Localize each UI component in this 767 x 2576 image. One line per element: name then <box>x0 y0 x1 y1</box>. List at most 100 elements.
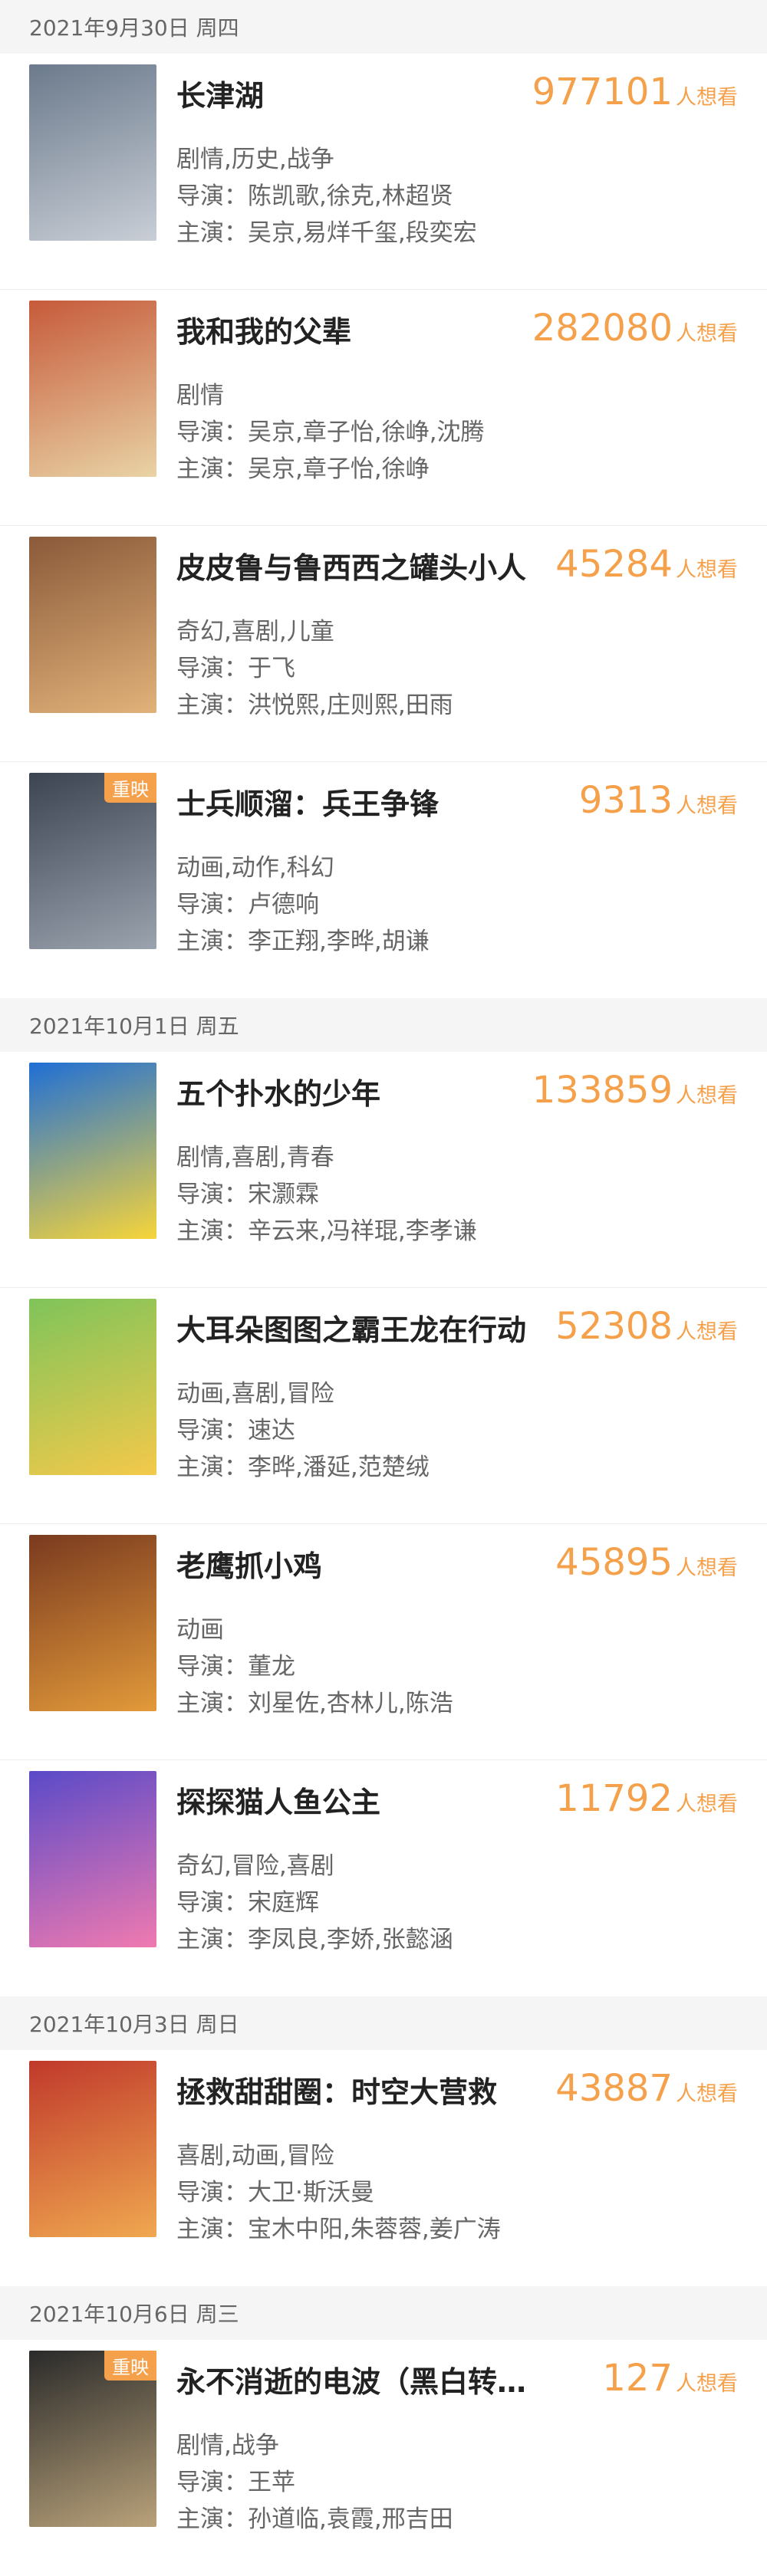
movie-cast-line: 主演：辛云来,冯祥琨,李孝谦 <box>176 1211 477 1246</box>
movie-genre: 动画,动作,科幻 <box>176 854 334 882</box>
movie-title[interactable]: 老鹰抓小鸡 <box>176 1543 545 1585</box>
wish-count: 52308 <box>555 1305 673 1348</box>
movie-poster[interactable]: 重映 <box>29 773 156 949</box>
movie-director: 卢德响 <box>248 891 319 918</box>
movie-director: 宋庭辉 <box>248 1889 319 1917</box>
poster-image <box>29 64 156 241</box>
movie-poster[interactable] <box>29 1063 156 1239</box>
movie-poster[interactable] <box>29 64 156 241</box>
wish-count-block: 977101 人想看 <box>532 71 738 113</box>
poster-image <box>29 537 156 713</box>
director-prefix: 导演： <box>176 1889 248 1917</box>
movie-cast: 李凤良,李娇,张懿涵 <box>248 1926 453 1953</box>
movie-director: 宋灏霖 <box>248 1181 319 1208</box>
wish-count-block: 45284 人想看 <box>555 543 738 586</box>
movie-cast: 李正翔,李晔,胡谦 <box>248 928 430 955</box>
movie-director-line: 导演：大卫·斯沃曼 <box>176 2173 374 2207</box>
wish-unit-label: 人想看 <box>676 2372 738 2396</box>
wish-count: 45895 <box>555 1541 673 1584</box>
movie-item[interactable]: 老鹰抓小鸡 45895 人想看 动画 导演：董龙 主演：刘星佐,杏林儿,陈浩 <box>0 1524 767 1760</box>
movie-poster[interactable] <box>29 1299 156 1475</box>
movie-title[interactable]: 长津湖 <box>176 72 545 114</box>
movie-poster[interactable] <box>29 1771 156 1947</box>
cast-prefix: 主演： <box>176 1926 248 1953</box>
movie-item[interactable]: 皮皮鲁与鲁西西之罐头小人 45284 人想看 奇幻,喜剧,儿童 导演：于飞 主演：洪悦熙,… <box>0 526 767 762</box>
movie-cast: 刘星佐,杏林儿,陈浩 <box>248 1690 453 1717</box>
movie-director: 于飞 <box>248 655 295 682</box>
director-prefix: 导演： <box>176 182 248 210</box>
wish-unit-label: 人想看 <box>676 1792 738 1816</box>
wish-count-block: 45895 人想看 <box>555 1541 738 1584</box>
movie-item[interactable]: 拯救甜甜圈：时空大营救 43887 人想看 喜剧,动画,冒险 导演：大卫·斯沃曼 主演：宝… <box>0 2050 767 2286</box>
movie-poster[interactable] <box>29 1535 156 1711</box>
wish-unit-label: 人想看 <box>676 86 738 110</box>
wish-count: 43887 <box>555 2067 673 2110</box>
cast-prefix: 主演： <box>176 1217 248 1245</box>
movie-title[interactable]: 拯救甜甜圈：时空大营救 <box>176 2068 545 2111</box>
wish-unit-label: 人想看 <box>676 322 738 346</box>
date-header: 2021年10月1日 周五 <box>0 998 767 1052</box>
date-header: 2021年9月30日 周四 <box>0 0 767 54</box>
wish-unit-label: 人想看 <box>676 2082 738 2106</box>
movie-cast: 吴京,章子怡,徐峥 <box>248 455 430 483</box>
movie-genre: 动画 <box>176 1616 224 1644</box>
movie-item[interactable]: 五个扑水的少年 133859 人想看 剧情,喜剧,青春 导演：宋灏霖 主演：辛云来,冯祥琨… <box>0 1052 767 1288</box>
poster-image <box>29 1063 156 1239</box>
movie-cast-line: 主演：李晔,潘延,范楚绒 <box>176 1447 430 1482</box>
movie-title[interactable]: 大耳朵图图之霸王龙在行动 <box>176 1306 545 1349</box>
movie-cast: 辛云来,冯祥琨,李孝谦 <box>248 1217 477 1245</box>
date-section: 重映永不消逝的电波（黑白转彩色版） 127人想看剧情,战争导演：王苹主演：孙道临,… <box>0 2340 767 2576</box>
wish-count: 45284 <box>555 543 673 586</box>
wish-unit-label: 人想看 <box>676 1084 738 1108</box>
movie-genre: 剧情 <box>176 382 224 409</box>
wish-unit-label: 人想看 <box>676 1556 738 1580</box>
movie-director-line: 导演：于飞 <box>176 649 295 683</box>
movie-item[interactable]: 重映永不消逝的电波（黑白转彩色版） 127人想看剧情,战争导演：王苹主演：孙道临,… <box>0 2340 767 2576</box>
wish-count: 133859 <box>532 1069 673 1112</box>
movie-poster[interactable] <box>29 301 156 477</box>
movie-genre: 剧情,历史,战争 <box>176 146 334 173</box>
movie-poster[interactable] <box>29 2061 156 2237</box>
wish-count-block: 52308 人想看 <box>555 1305 738 1348</box>
poster-image <box>29 1535 156 1711</box>
movie-cast: 李晔,潘延,范楚绒 <box>248 1454 430 1481</box>
movie-item[interactable]: 长津湖 977101 人想看 剧情,历史,战争 导演：陈凯歌,徐克,林超贤 主演：吴京,易… <box>0 54 767 290</box>
movie-title[interactable]: 我和我的父辈 <box>176 308 545 350</box>
movie-item[interactable]: 重映 士兵顺溜：兵王争锋 9313 人想看 动画,动作,科幻 导演：卢德响 主演：李正翔,李… <box>0 762 767 998</box>
date-section: 拯救甜甜圈：时空大营救 43887 人想看 喜剧,动画,冒险 导演：大卫·斯沃曼 主演：宝… <box>0 2050 767 2286</box>
movie-director: 王苹 <box>248 2469 295 2496</box>
movie-title[interactable]: 永不消逝的电波（黑白转彩色版） <box>176 2358 545 2400</box>
movie-cast: 宝木中阳,朱蓉蓉,姜广涛 <box>248 2216 501 2243</box>
movie-item[interactable]: 探探猫人鱼公主 11792 人想看奇幻,冒险,喜剧 导演：宋庭辉 主演：李凤良,李娇,张… <box>0 1760 767 1996</box>
wish-count: 11792 <box>555 1777 673 1820</box>
movie-cast-line: 主演：宝木中阳,朱蓉蓉,姜广涛 <box>176 2210 501 2244</box>
movie-cast-line: 主演：孙道临,袁霞,邢吉田 <box>176 2499 453 2534</box>
wish-count-block: 127 人想看 <box>602 2357 738 2400</box>
movie-poster[interactable] <box>29 537 156 713</box>
wish-count: 282080 <box>532 307 673 350</box>
rerelease-badge: 重映 <box>104 773 156 803</box>
movie-poster[interactable]: 重映 <box>29 2351 156 2527</box>
movie-director-line: 导演：王苹 <box>176 2463 295 2497</box>
movie-cast-line: 主演：吴京,章子怡,徐峥 <box>176 449 430 484</box>
poster-image <box>29 301 156 477</box>
movie-cast: 洪悦熙,庄则熙,田雨 <box>248 692 453 719</box>
movie-cast-line: 主演：李正翔,李晔,胡谦 <box>176 922 430 956</box>
poster-image <box>29 2061 156 2237</box>
movie-director-line: 导演：速达 <box>176 1411 295 1445</box>
date-section: 五个扑水的少年 133859 人想看 剧情,喜剧,青春 导演：宋灏霖 主演：辛云来,冯祥琨… <box>0 1052 767 1996</box>
movie-item[interactable]: 我和我的父辈 282080 人想看 剧情 导演：吴京,章子怡,徐峥,沈腾 主演：吴京,章子… <box>0 290 767 526</box>
movie-director: 董龙 <box>248 1653 295 1681</box>
movie-title[interactable]: 皮皮鲁与鲁西西之罐头小人 <box>176 544 545 586</box>
movie-title[interactable]: 探探猫人鱼公主 <box>176 1779 545 1821</box>
movie-title[interactable]: 五个扑水的少年 <box>176 1070 545 1112</box>
cast-prefix: 主演： <box>176 1690 248 1717</box>
movie-title[interactable]: 士兵顺溜：兵王争锋 <box>176 780 545 823</box>
movie-genre: 剧情,喜剧,青春 <box>176 1144 334 1171</box>
movie-item[interactable]: 大耳朵图图之霸王龙在行动 52308 人想看 动画,喜剧,冒险 导演：速达 主演：李晔,潘… <box>0 1288 767 1524</box>
movie-director: 吴京,章子怡,徐峥,沈腾 <box>248 419 485 446</box>
director-prefix: 导演： <box>176 1181 248 1208</box>
director-prefix: 导演： <box>176 2469 248 2496</box>
movie-genre: 奇幻,冒险,喜剧 <box>176 1852 334 1880</box>
poster-image <box>29 1299 156 1475</box>
